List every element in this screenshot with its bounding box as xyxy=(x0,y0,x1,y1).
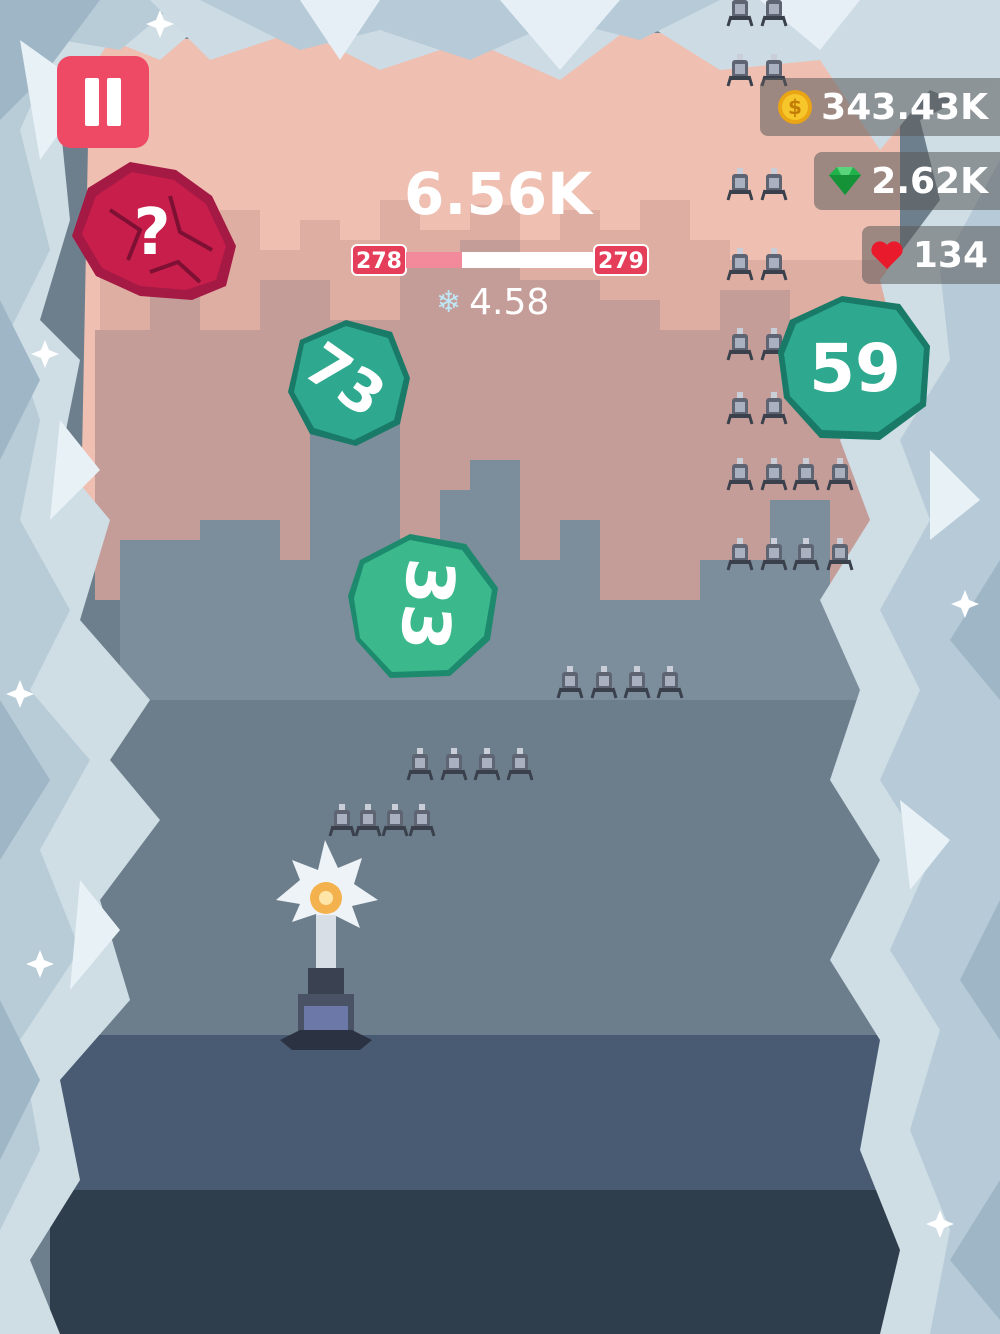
svg-text:$: $ xyxy=(788,95,802,119)
cannon-vent xyxy=(304,1006,348,1032)
next-level-badge: 279 xyxy=(593,244,649,276)
muzzle-core xyxy=(319,891,333,905)
snowflake-icon: ❄ xyxy=(436,285,462,320)
level-progress-bar xyxy=(406,252,594,268)
ground xyxy=(50,1190,930,1334)
lives-counter: 134 xyxy=(862,226,1000,284)
pause-icon-bar xyxy=(107,78,121,126)
gems-value: 2.62K xyxy=(871,160,988,202)
haze xyxy=(90,700,920,1040)
gem-icon xyxy=(829,167,862,195)
heart-icon xyxy=(871,241,903,269)
lives-value: 134 xyxy=(912,234,988,276)
rock-59-label: 59 xyxy=(809,330,901,407)
ground-top xyxy=(50,1035,930,1205)
rock-33-label: 33 xyxy=(384,555,470,654)
rock-mystery-label: ? xyxy=(133,196,171,270)
score-display: 6.56K xyxy=(403,160,593,228)
pause-icon xyxy=(85,78,99,126)
freeze-timer: ❄ 4.58 xyxy=(436,282,549,323)
current-level-badge: 278 xyxy=(351,244,407,276)
coin-icon: $ xyxy=(778,90,813,124)
pause-button[interactable] xyxy=(57,56,149,148)
coins-value: 343.43K xyxy=(821,86,988,128)
level-progress-fill xyxy=(406,252,463,268)
gems-counter: 2.62K xyxy=(814,152,1000,210)
freeze-timer-value: 4.58 xyxy=(469,282,550,323)
cannon-neck xyxy=(308,968,344,996)
cannon-barrel xyxy=(316,915,336,970)
coins-counter: $ 343.43K xyxy=(760,78,1000,136)
